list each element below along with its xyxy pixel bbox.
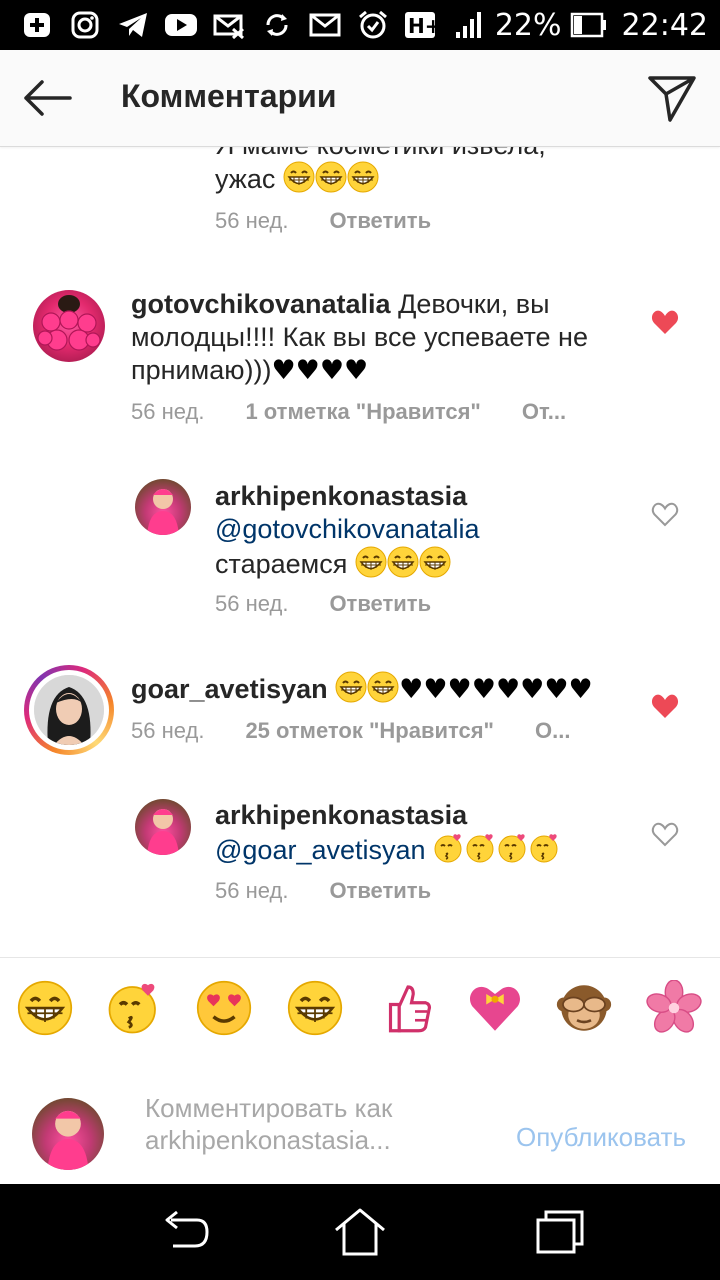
back-button[interactable] — [20, 74, 76, 122]
reply-button[interactable]: Ответить — [329, 208, 431, 234]
comment-time: 56 нед. — [215, 878, 289, 903]
battery-icon — [570, 11, 608, 39]
comment-text: gotovchikovanatalia Девочки, вы молодцы!… — [131, 289, 588, 386]
comment-text: Я маме косметики извела, — [215, 147, 546, 162]
avatar — [32, 1098, 104, 1170]
home-nav-icon[interactable] — [332, 1206, 388, 1258]
kissing-heart-emoji-icon — [497, 832, 529, 864]
mention-link[interactable]: @gotovchikovanatalia — [215, 514, 480, 544]
like-heart-outline-icon[interactable] — [651, 821, 679, 847]
kissing-heart-emoji-icon[interactable] — [106, 980, 162, 1036]
page-title: Комментарии — [121, 78, 337, 114]
like-heart-filled-icon[interactable] — [651, 309, 679, 335]
signal-icon — [452, 10, 486, 40]
grinning-emoji-icon — [335, 671, 367, 703]
comment-meta: 56 нед. 25 отметок "Нравится" О... — [131, 718, 570, 744]
comment-username[interactable]: goar_avetisyan — [131, 674, 328, 704]
avatar[interactable] — [33, 290, 105, 362]
grinning-emoji-icon — [355, 546, 387, 578]
child-photo-icon — [147, 489, 179, 535]
reply-button[interactable]: Ответить — [329, 878, 431, 904]
clock: 22:42 — [621, 7, 708, 43]
heart-ribbon-emoji-icon[interactable] — [467, 980, 523, 1036]
comment-text: arkhipenkonastasia @goar_avetisyan — [215, 799, 655, 867]
comment-username[interactable]: gotovchikovanatalia — [131, 289, 391, 319]
heart-eyes-emoji-icon[interactable] — [196, 980, 252, 1036]
grinning-emoji-icon — [347, 161, 379, 193]
arrow-left-icon — [24, 80, 72, 116]
grinning-emoji-icon — [367, 671, 399, 703]
cherry-blossom-emoji-icon[interactable] — [646, 980, 702, 1036]
likes-count-button[interactable]: 1 отметка "Нравится" — [245, 399, 480, 425]
avatar — [34, 675, 104, 745]
comment-time: 56 нед. — [131, 718, 205, 743]
avatar[interactable] — [135, 799, 191, 855]
comment-meta: 56 нед. Ответить — [215, 878, 431, 904]
reply-button[interactable]: От... — [522, 399, 566, 425]
story-ring[interactable] — [24, 665, 114, 755]
direct-send-button[interactable] — [646, 72, 698, 124]
instagram-icon — [68, 10, 102, 40]
direct-send-icon — [648, 76, 696, 122]
comment-input[interactable]: Комментировать как arkhipenkonastasia... — [145, 1092, 392, 1156]
grinning-emoji-icon — [419, 546, 451, 578]
kissing-heart-emoji-icon — [529, 832, 561, 864]
woman-photo-icon — [34, 675, 104, 745]
comment-meta: 56 нед. Ответить — [215, 208, 431, 234]
battery-percent: 22% — [494, 7, 562, 43]
alarm-icon — [356, 10, 390, 40]
tears-of-joy-emoji-icon[interactable] — [17, 980, 73, 1036]
grinning-emoji-icon — [315, 161, 347, 193]
back-nav-icon[interactable] — [157, 1206, 213, 1258]
hplus-icon: H+ — [404, 10, 438, 40]
like-heart-outline-icon[interactable] — [651, 501, 679, 527]
comment-time: 56 нед. — [131, 399, 205, 424]
kissing-heart-emoji-icon — [433, 832, 465, 864]
system-navigation-bar — [0, 1184, 720, 1280]
comments-list: Я маме косметики извела, ужас 56 нед. От… — [0, 147, 720, 957]
app-header: Комментарии — [0, 50, 720, 147]
grinning-emoji-icon[interactable] — [287, 980, 343, 1036]
comment-meta: 56 нед. 1 отметка "Нравится" От... — [131, 399, 566, 425]
mail-icon — [308, 10, 342, 40]
youtube-icon — [164, 10, 198, 40]
emoji-quick-bar — [0, 957, 720, 1059]
reply-button[interactable]: О... — [535, 718, 570, 744]
status-bar: H+ 22% 22:42 — [0, 0, 720, 50]
svg-text:H+: H+ — [408, 14, 438, 38]
child-photo-icon — [147, 809, 179, 855]
likes-count-button[interactable]: 25 отметок "Нравится" — [245, 718, 494, 744]
comment-time: 56 нед. — [215, 208, 289, 233]
kissing-heart-emoji-icon — [465, 832, 497, 864]
comment-text: goar_avetisyan ♥♥♥♥♥♥♥♥ — [131, 671, 593, 706]
child-photo-icon — [47, 1110, 89, 1170]
mention-link[interactable]: @goar_avetisyan — [215, 835, 426, 865]
comment-text: ужас — [215, 161, 379, 196]
see-no-evil-monkey-emoji-icon[interactable] — [556, 980, 612, 1036]
comment-time: 56 нед. — [215, 591, 289, 616]
comment-meta: 56 нед. Ответить — [215, 591, 431, 617]
comment-username[interactable]: arkhipenkonastasia — [215, 481, 467, 511]
plus-box-icon — [20, 10, 54, 40]
roses-photo-icon — [37, 295, 101, 351]
telegram-icon — [116, 10, 150, 40]
thumbs-up-emoji-icon[interactable] — [380, 980, 436, 1036]
avatar[interactable] — [135, 479, 191, 535]
publish-button[interactable]: Опубликовать — [516, 1122, 686, 1153]
grinning-emoji-icon — [387, 546, 419, 578]
comment-composer: Комментировать как arkhipenkonastasia...… — [0, 1058, 720, 1184]
sync-icon — [260, 10, 294, 40]
recents-nav-icon[interactable] — [532, 1206, 588, 1258]
comment-text: arkhipenkonastasia @gotovchikovanatalia … — [215, 481, 480, 579]
grinning-emoji-icon — [283, 161, 315, 193]
mail-off-icon — [212, 10, 246, 40]
like-heart-filled-icon[interactable] — [651, 693, 679, 719]
comment-username[interactable]: arkhipenkonastasia — [215, 800, 467, 830]
reply-button[interactable]: Ответить — [329, 591, 431, 617]
